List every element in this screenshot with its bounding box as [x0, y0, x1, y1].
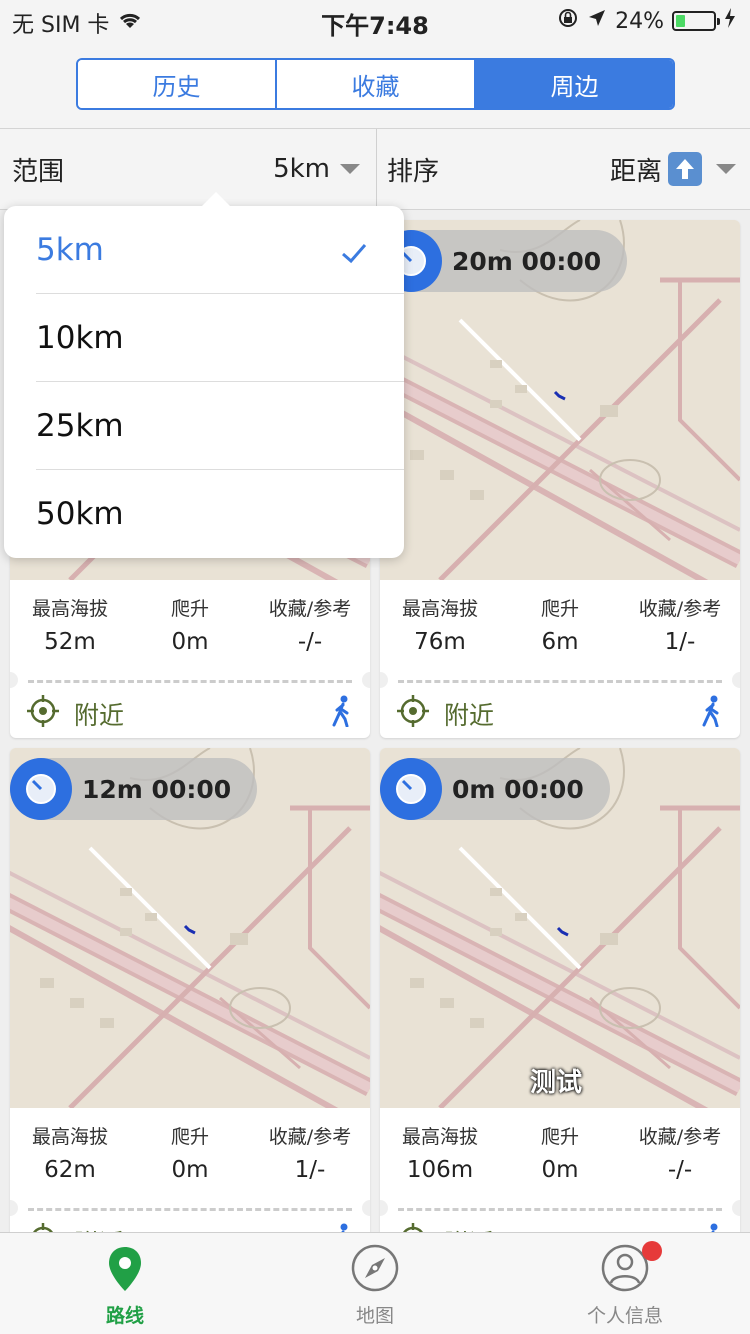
arrow-up-icon: [668, 152, 702, 186]
stat-label-altitude: 最高海拔: [31, 1126, 108, 1148]
location-pin-icon: [107, 1245, 143, 1297]
tab-routes[interactable]: 路线: [0, 1233, 250, 1334]
stat-fav: -/-: [297, 629, 323, 655]
route-name: 测试: [530, 1068, 583, 1098]
stat-label-fav: 收藏/参考: [638, 598, 722, 620]
chevron-down-icon: [340, 164, 360, 174]
nearby-label: 附近: [74, 701, 125, 730]
range-option-label: 50km: [36, 496, 124, 532]
range-option-50km[interactable]: 50km: [36, 470, 404, 558]
stat-altitude: 106m: [406, 1157, 474, 1183]
range-dropdown: 5km 10km 25km 50km: [4, 192, 404, 558]
stat-label-fav: 收藏/参考: [638, 1126, 722, 1148]
route-stats: 最高海拔 76m 爬升 6m 收藏/参考 1/-: [380, 580, 740, 670]
stat-fav: 1/-: [294, 1157, 326, 1183]
card-footer[interactable]: 附近: [10, 686, 370, 738]
tab-bar: 路线 地图 个人信息: [0, 1232, 750, 1334]
orientation-lock-icon: [557, 7, 579, 35]
sort-value: 距离: [609, 156, 662, 187]
stat-label-climb: 爬升: [170, 598, 209, 620]
range-option-10km[interactable]: 10km: [36, 294, 404, 382]
card-divider: [398, 680, 722, 683]
route-stats: 最高海拔 106m 爬升 0m 收藏/参考 -/-: [380, 1108, 740, 1198]
range-option-label: 25km: [36, 408, 124, 444]
battery-fill: [676, 15, 685, 27]
stat-label-fav: 收藏/参考: [268, 1126, 352, 1148]
stat-climb: 0m: [541, 1157, 579, 1183]
chevron-down-icon: [716, 164, 736, 174]
stat-altitude: 52m: [44, 629, 96, 655]
stat-label-altitude: 最高海拔: [401, 598, 478, 620]
segment-history[interactable]: 历史: [78, 60, 277, 108]
charging-icon: [724, 8, 736, 34]
route-card[interactable]: 20m 00:00 最高海拔 76m 爬升 6m 收藏/参考 1/- 附近: [380, 220, 740, 738]
range-option-25km[interactable]: 25km: [36, 382, 404, 470]
stat-label-altitude: 最高海拔: [31, 598, 108, 620]
segment-nearby[interactable]: 周边: [476, 60, 673, 108]
tab-map[interactable]: 地图: [250, 1233, 500, 1334]
duration-badge: 0m 00:00: [380, 758, 610, 820]
segment-favorites[interactable]: 收藏: [277, 60, 476, 108]
route-stats: 最高海拔 52m 爬升 0m 收藏/参考 -/-: [10, 580, 370, 670]
stat-label-climb: 爬升: [170, 1126, 209, 1148]
card-divider: [398, 1208, 722, 1211]
tab-label: 个人信息: [586, 1305, 663, 1327]
stat-label-altitude: 最高海拔: [401, 1126, 478, 1148]
card-divider: [28, 1208, 352, 1211]
clock-icon: [10, 758, 72, 820]
range-option-5km[interactable]: 5km: [36, 206, 404, 294]
duration-badge: 20m 00:00: [380, 230, 628, 292]
stat-altitude: 62m: [44, 1157, 96, 1183]
clock-icon: [380, 758, 442, 820]
card-footer[interactable]: 附近: [380, 686, 740, 738]
range-option-label: 10km: [36, 320, 124, 356]
notification-badge: [642, 1241, 662, 1261]
stat-climb: 0m: [171, 1157, 209, 1183]
tab-profile[interactable]: 个人信息: [500, 1233, 750, 1334]
duration-badge: 12m 00:00: [10, 758, 258, 820]
stat-fav: 1/-: [664, 629, 696, 655]
status-bar: 无 SIM 卡 下午7:48 24%: [0, 0, 750, 40]
segmented-control: 历史 收藏 周边: [76, 58, 675, 110]
range-filter[interactable]: 范围 5km: [0, 129, 374, 209]
compass-icon: [350, 1243, 400, 1297]
range-label: 范围: [12, 156, 65, 187]
duration-text: 20m 00:00: [452, 246, 602, 276]
battery-icon: [672, 11, 720, 31]
walking-icon: [330, 695, 354, 733]
location-arrow-icon: [587, 8, 607, 34]
battery-percent: 24%: [615, 8, 664, 34]
stat-label-climb: 爬升: [540, 598, 579, 620]
crosshair-icon: [396, 694, 430, 734]
sort-filter[interactable]: 排序 距离: [376, 129, 750, 209]
walking-icon: [700, 695, 724, 733]
stat-climb: 0m: [171, 629, 209, 655]
duration-text: 12m 00:00: [82, 774, 232, 804]
route-card[interactable]: 12m 00:00 最高海拔62m 爬升0m 收藏/参考1/- 附近: [10, 748, 370, 1266]
route-stats: 最高海拔 62m 爬升 0m 收藏/参考 1/-: [10, 1108, 370, 1198]
card-divider: [28, 680, 352, 683]
crosshair-icon: [26, 694, 60, 734]
filter-bar: 范围 5km 排序 距离: [0, 128, 750, 210]
route-card[interactable]: 测试 0m 00:00 最高海拔106m 爬升0m 收藏/参考-/- 附近: [380, 748, 740, 1266]
stat-label-fav: 收藏/参考: [268, 598, 352, 620]
segment-bar: 历史 收藏 周边: [0, 40, 750, 128]
stat-altitude: 76m: [414, 629, 466, 655]
tab-label: 地图: [355, 1305, 394, 1327]
stat-fav: -/-: [667, 1157, 693, 1183]
range-value: 5km: [273, 154, 330, 184]
check-icon: [340, 236, 368, 272]
sort-label: 排序: [387, 156, 440, 187]
stat-label-climb: 爬升: [540, 1126, 579, 1148]
stat-climb: 6m: [541, 629, 579, 655]
nearby-label: 附近: [444, 701, 495, 730]
duration-text: 0m 00:00: [452, 774, 584, 804]
range-option-label: 5km: [36, 232, 104, 268]
tab-label: 路线: [105, 1305, 144, 1327]
